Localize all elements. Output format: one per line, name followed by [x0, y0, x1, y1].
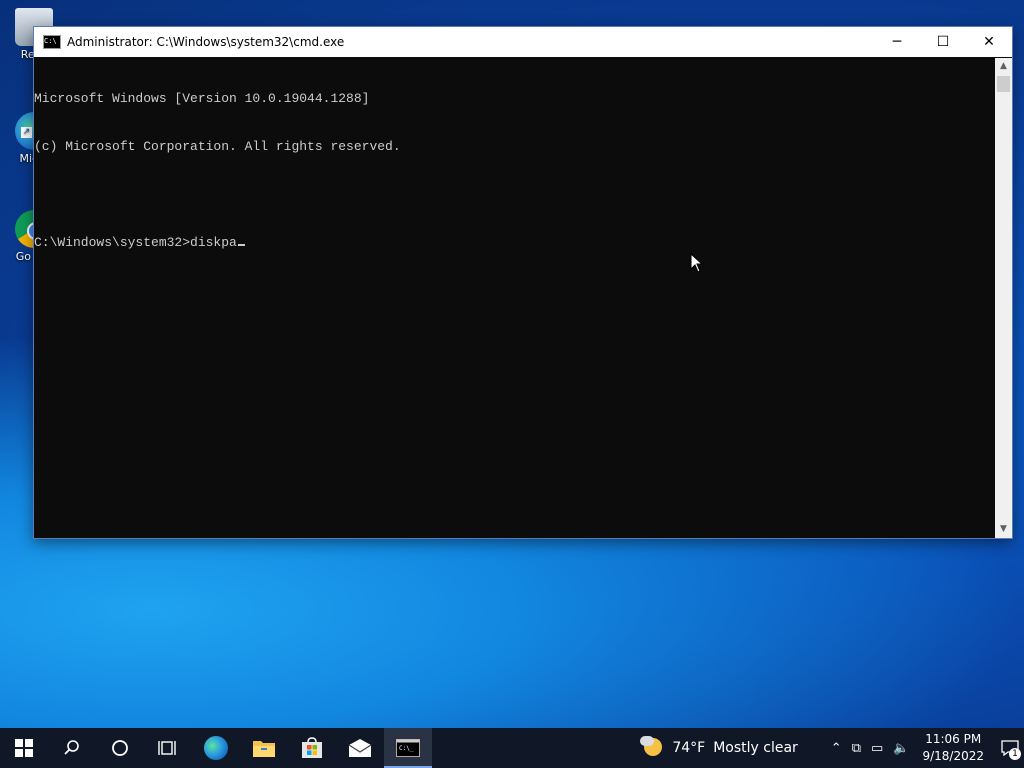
- svg-text:C:\_: C:\_: [399, 745, 414, 752]
- search-icon: [64, 740, 79, 755]
- taskbar-store-button[interactable]: [288, 728, 336, 768]
- meet-now-icon[interactable]: ⧉: [852, 741, 861, 756]
- notification-count-badge: 1: [1009, 748, 1021, 760]
- console-prompt-text: C:\Windows\system32>diskpa: [34, 235, 237, 250]
- mail-icon: [348, 739, 372, 757]
- weather-temperature: 74°F: [672, 740, 706, 756]
- taskbar-edge-button[interactable]: [192, 728, 240, 768]
- console-output[interactable]: Microsoft Windows [Version 10.0.19044.12…: [34, 58, 995, 538]
- clock[interactable]: 11:06 PM 9/18/2022: [922, 731, 984, 765]
- cmd-app-icon[interactable]: C:\: [43, 35, 61, 49]
- clock-time: 11:06 PM: [925, 732, 982, 746]
- file-explorer-icon: [253, 741, 275, 757]
- scroll-down-arrow-icon[interactable]: ▼: [995, 521, 1012, 538]
- volume-muted-icon[interactable]: 🔈: [893, 741, 909, 756]
- maximize-button[interactable]: ☐: [920, 27, 966, 57]
- cortana-icon: [112, 740, 128, 756]
- minimize-button[interactable]: ─: [874, 27, 920, 57]
- text-cursor: [237, 244, 245, 246]
- taskbar: C:\_ 74°F Mostly clear ⌃ ⧉ ▭ 🔈 11:06 PM 9…: [0, 728, 1024, 768]
- system-tray: 74°F Mostly clear ⌃ ⧉ ▭ 🔈 11:06 PM 9/18/2…: [640, 728, 1024, 768]
- cmd-icon: C:\_: [396, 739, 420, 757]
- weather-moon-cloud-icon[interactable]: [640, 736, 664, 759]
- mouse-pointer-icon: [690, 253, 704, 273]
- scroll-up-arrow-icon[interactable]: ▲: [995, 58, 1012, 75]
- start-button[interactable]: [0, 728, 48, 768]
- search-button[interactable]: [48, 728, 96, 768]
- shortcut-arrow-icon: ↗: [21, 127, 32, 138]
- console-line: (c) Microsoft Corporation. All rights re…: [34, 139, 401, 154]
- vertical-scrollbar[interactable]: ▲ ▼: [995, 58, 1012, 538]
- window-title: Administrator: C:\Windows\system32\cmd.e…: [67, 35, 345, 49]
- scroll-thumb[interactable]: [997, 76, 1010, 92]
- console-prompt-line: C:\Windows\system32>diskpa: [34, 235, 995, 251]
- console-line: Microsoft Windows [Version 10.0.19044.12…: [34, 91, 370, 106]
- store-icon: [302, 737, 322, 758]
- taskbar-cmd-button[interactable]: C:\_: [384, 728, 432, 768]
- action-center-button[interactable]: 1: [996, 728, 1024, 768]
- task-view-button[interactable]: [144, 728, 192, 768]
- weather-condition: Mostly clear: [713, 740, 798, 756]
- task-view-icon: [158, 741, 176, 755]
- weather-widget[interactable]: 74°F Mostly clear: [672, 740, 805, 756]
- clock-date: 9/18/2022: [922, 749, 984, 763]
- cmd-window[interactable]: C:\ Administrator: C:\Windows\system32\c…: [33, 26, 1013, 539]
- taskbar-file-explorer-button[interactable]: [240, 728, 288, 768]
- windows-logo-icon: [15, 739, 33, 757]
- edge-icon: [204, 736, 228, 760]
- show-hidden-icons-chevron-icon[interactable]: ⌃: [831, 741, 842, 756]
- network-icon[interactable]: ▭: [871, 741, 883, 756]
- title-bar[interactable]: C:\ Administrator: C:\Windows\system32\c…: [34, 27, 1012, 57]
- taskbar-mail-button[interactable]: [336, 728, 384, 768]
- close-button[interactable]: ✕: [966, 27, 1012, 57]
- cortana-button[interactable]: [96, 728, 144, 768]
